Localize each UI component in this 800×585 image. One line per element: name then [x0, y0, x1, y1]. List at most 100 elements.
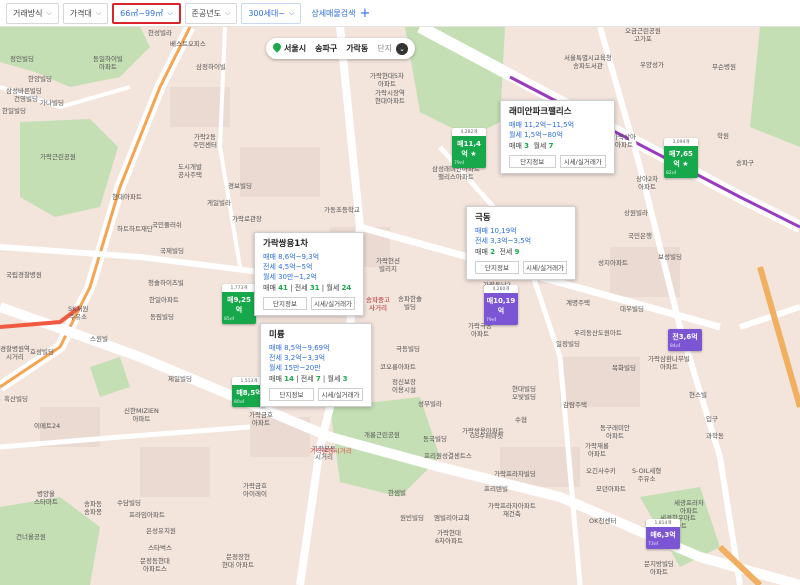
map-place-label: 스원빌	[90, 335, 108, 343]
map-place-label: 제일빌딩	[168, 375, 192, 383]
map-place-label: 경찰병원역 시거리	[0, 345, 30, 361]
map-place-label: 가락본동시거리	[310, 447, 352, 455]
map-place-label: SK서원 주유소	[68, 305, 89, 321]
price-marker[interactable]: 1,773개 매9,25억 85㎡	[222, 284, 256, 324]
map-place-label: GS수퍼마켓	[470, 432, 504, 440]
filter-households[interactable]: 300세대~ ⌵	[241, 2, 302, 24]
chevron-down-icon: ⌵	[46, 8, 52, 17]
map-place-label: 송파중고 사거리	[366, 296, 390, 312]
map-place-label: 은성유치원	[146, 527, 176, 535]
map-place-label: 엠빌리아교회	[434, 514, 470, 522]
map-canvas[interactable]: 현성빌라 베스트오피스 동일하이빌 아파트 삼정하이빌 정인빌딩 한양빌딩 삼성바른빌딩 건영빌…	[0, 27, 800, 585]
complex-info-button[interactable]: 단지정보	[263, 297, 307, 310]
sale-range: 매매 10,19억	[475, 227, 517, 235]
filter-price[interactable]: 가격대 ⌵	[62, 2, 109, 24]
price-marker[interactable]: 4,260개 매10,19억 79㎡	[484, 285, 518, 325]
map-place-label: 국제빌딩	[160, 247, 184, 255]
complex-info-popup: 미륭 매매 8,5억~9,69억 전세 3,2억~3,3억 월세 15만~20만…	[260, 323, 372, 407]
map-place-label: 오금근린공원 고가포	[625, 27, 661, 43]
price-marker[interactable]: 4,282개 매11,4억 ★ 79㎡	[452, 128, 486, 168]
complex-info-button[interactable]: 단지정보	[475, 261, 519, 274]
price-history-button[interactable]: 시세/실거래가	[311, 297, 355, 310]
complex-info-button[interactable]: 단지정보	[269, 388, 314, 401]
map-place-label: 게일빌라	[207, 199, 231, 207]
map-place-label: 우리동산도원아트	[574, 329, 622, 337]
filter-bar: 거래방식 ⌵ 가격대 ⌵ 66㎡~99㎡ ⌵ 준공년도 ⌵ 300세대~ ⌵ 상세매물검색…	[0, 0, 800, 27]
map-place-label: 가락프라자아파트 재건축	[488, 502, 536, 518]
map-place-label: 가락재룡 아파트	[585, 442, 609, 458]
map-place-label: 가동초등학교	[324, 206, 360, 214]
map-place-label: 서울특별시교육청 송파도서관	[564, 54, 612, 70]
map-place-label: 흑산빌딩	[4, 395, 28, 403]
map-place-label: 동일하이빌 아파트	[93, 55, 123, 71]
price-history-button[interactable]: 시세/실거래가	[523, 261, 567, 274]
map-place-label: 문지방빌딩 아파트	[644, 560, 674, 576]
map-place-label: 성지아파트	[598, 259, 628, 267]
price-marker[interactable]: 전3,6억 84㎡	[668, 329, 702, 351]
sale-range: 매매 8,6억~9,3억	[263, 253, 320, 261]
complex-title: 래미안파크팰리스	[509, 107, 572, 117]
map-place-label: 효성빌딩	[30, 348, 54, 356]
map-place-label: 정신보장 이용시설	[392, 378, 416, 394]
map-place-label: 가락근린공원	[40, 153, 76, 161]
map-place-label: 신한MIZIEN 아파트	[124, 407, 159, 423]
map-place-label: 동림빌딩	[150, 313, 174, 321]
map-place-label: 모던아파트	[596, 485, 626, 493]
detail-search-button[interactable]: 상세매물검색 +	[311, 7, 370, 20]
price-marker[interactable]: 1,814개 매6,3억 73㎡	[646, 519, 680, 549]
complex-info-button[interactable]: 단지정보	[509, 155, 556, 168]
map-place-label: 수담빌딩	[117, 499, 141, 507]
map-place-label: 목화빌딩	[612, 364, 636, 372]
map-place-label: 가락시장역 현대아파트	[375, 89, 405, 105]
map-place-label: 현성빌라	[148, 29, 172, 37]
filter-area[interactable]: 66㎡~99㎡ ⌵	[112, 2, 181, 24]
map-place-label: 문정동현대 아파트스	[140, 557, 170, 573]
map-place-label: 가락프라자빌딩	[494, 470, 536, 478]
listing-counts: 매매 41 | 전세 31 | 월세 24	[263, 284, 352, 292]
map-place-label: 가락로관장	[232, 215, 262, 223]
jeonse-range: 전세 4,5억~5억	[263, 263, 313, 271]
map-place-label: 가나빌딩	[40, 99, 64, 107]
sale-range: 매매 11,2억~11,5억	[509, 121, 575, 129]
map-place-label: 일정빌딩	[556, 340, 580, 348]
map-place-label: 동구래미안 아파트	[600, 424, 630, 440]
plus-icon: +	[359, 5, 371, 21]
filter-build-year[interactable]: 준공년도 ⌵	[184, 2, 238, 24]
map-place-label: 가락현션 빌리지	[376, 257, 400, 273]
map-place-label: 현대아파트	[112, 193, 142, 201]
location-pin-icon	[271, 41, 283, 53]
map-place-label: 오긴사수키	[586, 467, 616, 475]
complex-title: 미륭	[269, 330, 285, 340]
price-history-button[interactable]: 시세/실거래가	[318, 388, 363, 401]
map-place-label: 프리텐빌	[484, 485, 508, 493]
breadcrumb-city[interactable]: 서울시	[271, 41, 306, 54]
map-place-label: 한일빌딩	[2, 107, 26, 115]
map-place-label: 현대빌딩 오빛빌딩	[512, 385, 536, 401]
price-history-button[interactable]: 시세/실거래가	[559, 155, 606, 168]
map-place-label: 한샘빌	[388, 489, 406, 497]
breadcrumb-complex-dropdown[interactable]: 단지 ⌄	[377, 42, 409, 55]
map-place-label: 계명주택	[566, 299, 590, 307]
map-place-label: 원빈빌딩	[400, 514, 424, 522]
filter-trade-type[interactable]: 거래방식 ⌵	[6, 2, 59, 24]
rent-range: 월세 30만~1,2억	[263, 273, 317, 281]
map-place-label: 상아2차 아파트	[636, 175, 659, 191]
map-place-label: 감람주택	[563, 401, 587, 409]
map-place-label: 하트하트재단	[117, 225, 153, 233]
map-place-label: 가락금호 아파트	[249, 411, 273, 427]
breadcrumb: 서울시 송파구 가락동 단지 ⌄	[266, 38, 416, 59]
breadcrumb-district[interactable]: 송파구	[315, 43, 337, 54]
map-place-label: 극동빌딩	[396, 345, 420, 353]
complex-info-popup: 래미안파크팰리스 매매 11,2억~11,5억 월세 1,5억~80억 매매 3…	[500, 100, 615, 174]
price-marker[interactable]: 3,094개 매7,65억 ★ 82㎡	[664, 138, 698, 178]
map-place-label: 국민은행	[628, 232, 652, 240]
map-place-label: 가락삼환나무빌 아파트	[648, 355, 690, 371]
breadcrumb-dong[interactable]: 가락동	[346, 43, 368, 54]
complex-title: 극동	[475, 213, 491, 223]
map-place-label: 삼정하이빌	[196, 63, 226, 71]
chevron-down-icon: ⌄	[396, 42, 409, 55]
map-place-label: S-OIL세형 주유소	[632, 467, 662, 483]
chevron-down-icon: ⌵	[225, 8, 231, 17]
chevron-down-icon: ⌵	[95, 8, 102, 17]
map-place-label: 무슨병원	[712, 63, 736, 71]
